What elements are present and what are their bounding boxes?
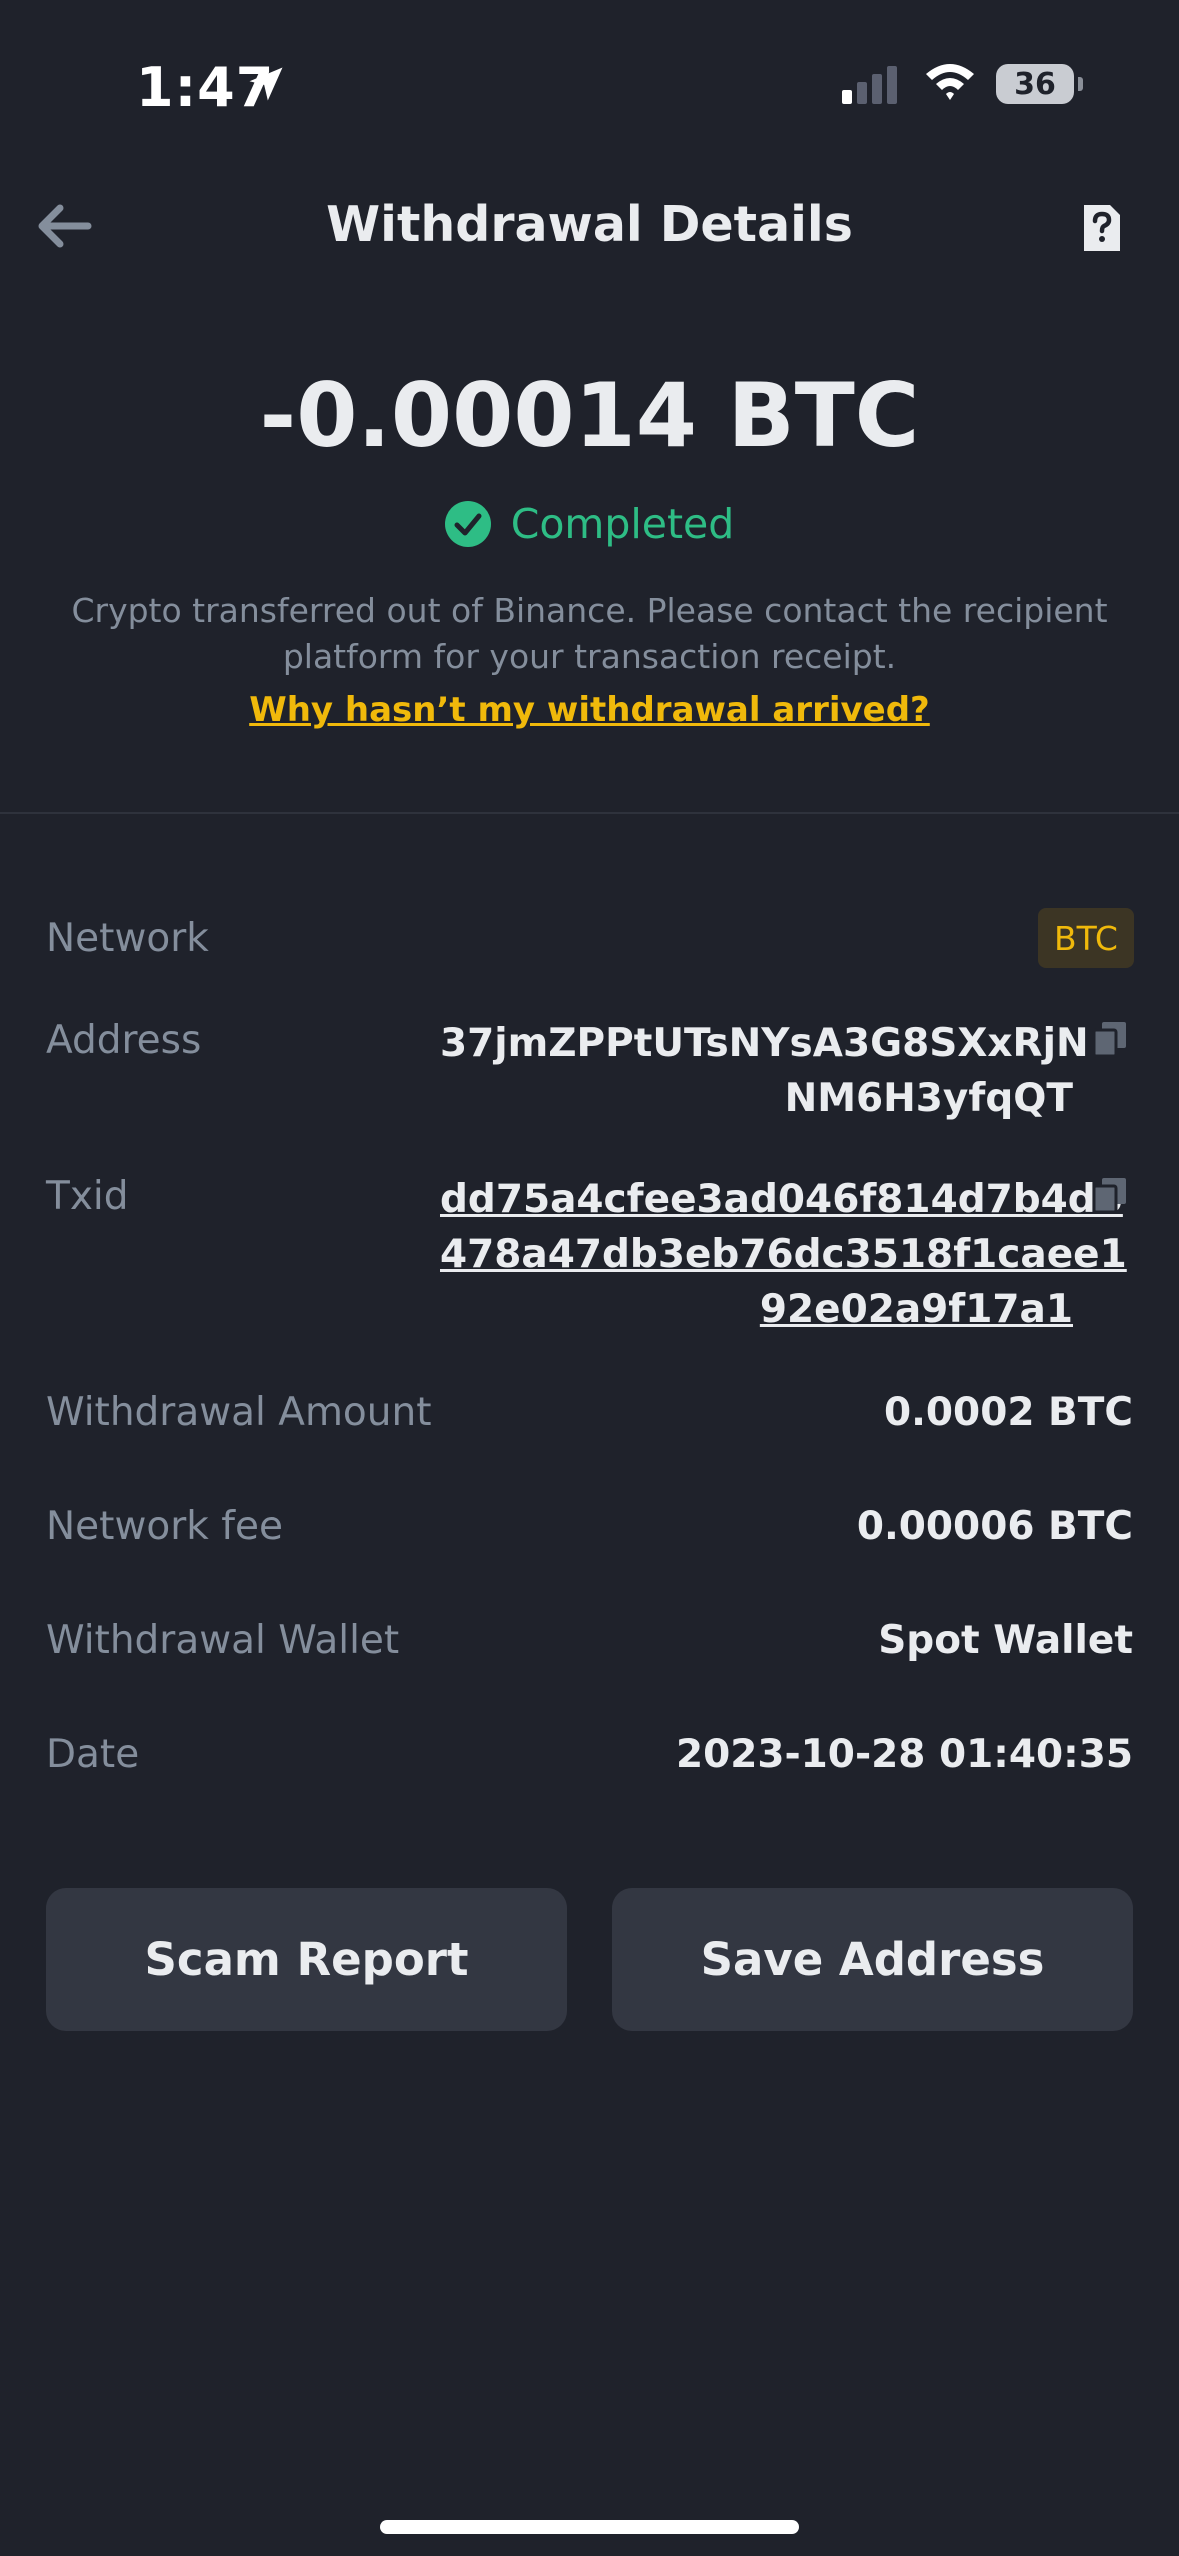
network-label: Network (46, 916, 209, 961)
help-document-icon (1084, 205, 1120, 251)
txid-link[interactable]: dd75a4cfee3ad046f814d7b4d6 478a47db3eb76… (440, 1172, 1127, 1337)
status-bar: 1:47 36 (0, 0, 1179, 160)
txid-line-1: dd75a4cfee3ad046f814d7b4d6 (440, 1177, 1123, 1222)
withdrawal-wallet-value: Spot Wallet (878, 1618, 1133, 1663)
withdrawal-help-link[interactable]: Why hasn’t my withdrawal arrived? (0, 690, 1179, 730)
address-line-1: 37jmZPPtUTsNYsA3G8SXxRjN (440, 1021, 1089, 1066)
network-value: BTC (1054, 918, 1118, 958)
status-text: Completed (510, 500, 735, 548)
withdrawal-amount-total: -0.00014 BTC (259, 364, 920, 467)
battery-indicator: 36 (996, 64, 1074, 104)
description-text: Crypto transferred out of Binance. Pleas… (71, 591, 1108, 676)
page-title: Withdrawal Details (326, 196, 853, 253)
network-fee-value: 0.00006 BTC (856, 1504, 1133, 1549)
check-circle-icon (444, 501, 491, 547)
txid-line-2: 478a47db3eb76dc3518f1caee1 (440, 1232, 1127, 1277)
address-line-2: NM6H3yfqQT (784, 1076, 1073, 1121)
date-value: 2023-10-28 01:40:35 (675, 1732, 1133, 1777)
help-button[interactable] (1070, 196, 1134, 260)
withdrawal-amount-label: Withdrawal Amount (46, 1390, 432, 1435)
battery-tip (1078, 77, 1083, 91)
wifi-icon (926, 64, 974, 100)
copy-address-icon[interactable] (1090, 1020, 1130, 1060)
address-value: 37jmZPPtUTsNYsA3G8SXxRjN NM6H3yfqQT (440, 1016, 1089, 1126)
withdrawal-wallet-label: Withdrawal Wallet (46, 1618, 400, 1663)
address-label: Address (46, 1018, 202, 1063)
withdrawal-amount-value: 0.0002 BTC (883, 1390, 1133, 1435)
battery-level: 36 (1014, 66, 1056, 102)
status-row: Completed (0, 500, 1179, 548)
network-badge: BTC (1038, 908, 1134, 968)
save-address-button[interactable]: Save Address (612, 1888, 1133, 2031)
network-fee-label: Network fee (46, 1504, 283, 1549)
copy-txid-icon[interactable] (1090, 1176, 1130, 1216)
cellular-signal-icon (842, 66, 897, 104)
divider (0, 812, 1179, 814)
location-arrow-icon (249, 67, 283, 101)
scam-report-button[interactable]: Scam Report (46, 1888, 567, 2031)
txid-line-3: 92e02a9f17a1 (759, 1287, 1073, 1332)
home-indicator[interactable] (380, 2520, 799, 2534)
txid-label: Txid (46, 1174, 129, 1219)
date-label: Date (46, 1732, 140, 1777)
